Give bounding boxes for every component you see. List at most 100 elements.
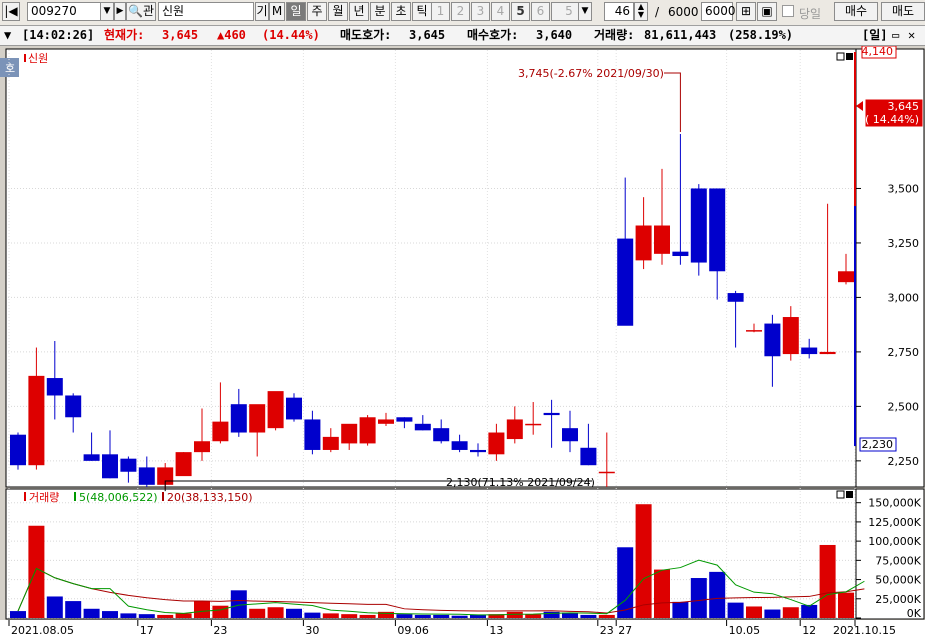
volume-bar [10, 611, 26, 618]
minute-button-1[interactable]: 1 [431, 2, 450, 21]
candle-body [396, 417, 413, 422]
candle-body [341, 423, 358, 444]
code-dropdown-icon[interactable]: ▼ [100, 2, 114, 21]
period-button-6[interactable]: 틱 [412, 2, 432, 21]
volume-bar [598, 614, 615, 618]
minute-dropdown-icon[interactable]: ▼ [578, 2, 592, 21]
candle-body [451, 441, 468, 450]
ask-value: 3,645 [409, 28, 446, 42]
volume-tick-label: 0K [907, 607, 922, 620]
candle-body [322, 436, 339, 450]
gi-button[interactable]: 기 [255, 2, 269, 21]
minute-button-2[interactable]: 2 [451, 2, 470, 21]
price-panel-restore-icon[interactable] [836, 52, 845, 61]
volume-bar [286, 608, 302, 618]
volume-bar [635, 504, 652, 618]
volume-bar [654, 569, 670, 618]
change-pct: (14.44%) [262, 28, 320, 42]
candle-body [488, 432, 505, 455]
candle-body [727, 293, 744, 302]
candle-body [304, 419, 321, 450]
close-icon[interactable]: ✕ [908, 26, 915, 45]
candle-body [709, 188, 726, 272]
price-tick-label: 3,250 [888, 237, 920, 250]
candle-body [120, 458, 137, 472]
count-stepper[interactable]: ▲ ▼ [634, 2, 648, 21]
candle-body [838, 271, 854, 283]
candle-body [28, 375, 45, 466]
minute-button-4[interactable]: 4 [491, 2, 510, 21]
sell-button[interactable]: 매도 [881, 2, 925, 21]
candle-body [617, 238, 634, 326]
time-tick-label: 13 [489, 624, 503, 637]
price-tick-label: 3,500 [888, 182, 920, 195]
buy-button[interactable]: 매수 [834, 2, 878, 21]
candle-body [506, 419, 523, 440]
stock-code-input[interactable]: 009270 [27, 2, 101, 21]
candle-body [359, 417, 376, 444]
total-input[interactable]: 6000 [701, 2, 736, 21]
volume-bar [230, 590, 247, 618]
period-button-3[interactable]: 년 [349, 2, 369, 21]
period-button-4[interactable]: 분 [370, 2, 390, 21]
change-value: ▲460 [217, 28, 246, 42]
period-button-0[interactable]: 일 [286, 2, 306, 21]
volume-bar [28, 525, 45, 618]
price-title-marker [24, 54, 26, 62]
volume-bar [120, 613, 137, 618]
save-icon[interactable]: ▣ [757, 2, 777, 21]
add-chart-icon[interactable]: ⊞ [736, 2, 756, 21]
time-tick-label: 27 [618, 624, 632, 637]
volume-bar [138, 614, 155, 618]
max-price-annotation: 3,745(-2.67% 2021/09/30) [518, 67, 664, 80]
time-tick-label: 23 [600, 624, 614, 637]
volume-bar [838, 592, 854, 618]
candle-body [433, 428, 450, 442]
minimize-icon[interactable]: ▭ [892, 26, 899, 45]
candle-body [230, 404, 247, 433]
x-axis [0, 620, 925, 637]
price-panel-close-icon[interactable] [846, 53, 853, 60]
volume-bar [83, 608, 100, 618]
toolbar: |◀ 009270 ▼ ▶ 🔍관 신원 기 M 5 ▼ 46 ▲ ▼ / 6000… [0, 0, 925, 26]
time-tick-label: 17 [140, 624, 154, 637]
collapse-icon[interactable]: ▼ [4, 26, 11, 45]
price-info-bar: ▼ [14:02:26] 현재가: 3,645 ▲460 (14.44%) 매도… [0, 26, 925, 46]
candle-body [83, 454, 100, 461]
candle-body [543, 412, 560, 416]
search-button[interactable]: 🔍관 [126, 2, 156, 21]
minute-button-5[interactable]: 5 [511, 2, 530, 21]
period-button-1[interactable]: 주 [307, 2, 327, 21]
time-tick-label: 30 [305, 624, 319, 637]
candle-body [801, 347, 818, 355]
volume-pct: (258.19%) [728, 28, 794, 42]
candle-body [819, 351, 836, 355]
volume-bar [102, 611, 118, 618]
volume-bar [690, 578, 707, 618]
bottom-value-label: 2,230 [862, 438, 894, 451]
volume-bar [819, 544, 836, 618]
slash-label: / [655, 5, 660, 19]
stock-chart: 호 신원 거래량 5(48,006,522) 20(38,133,150) 3,… [0, 46, 925, 637]
prev-stock-icon[interactable]: |◀ [2, 2, 20, 21]
volume-panel-restore-icon[interactable] [836, 490, 845, 499]
same-day-checkbox[interactable] [782, 5, 794, 17]
candle-body [746, 330, 762, 332]
count-input[interactable]: 46 [604, 2, 634, 21]
volume-panel-close-icon[interactable] [846, 491, 853, 498]
period-button-5[interactable]: 초 [391, 2, 411, 21]
candle-body [654, 225, 670, 254]
minute-button-3[interactable]: 3 [471, 2, 490, 21]
candle-body [378, 419, 394, 424]
volume-tick-label: 75,000K [875, 554, 921, 567]
m-button[interactable]: M [269, 2, 285, 21]
period-badge: [일] [862, 28, 888, 42]
minute-button-6[interactable]: 6 [531, 2, 550, 21]
next-arrow-icon[interactable]: ▶ [114, 2, 126, 21]
same-day-label: 당일 [799, 7, 822, 21]
period-button-2[interactable]: 월 [328, 2, 348, 21]
volume-title-marker [24, 492, 26, 501]
candle-body [102, 454, 118, 479]
total-label: 6000 [668, 5, 699, 19]
stock-name-field: 신원 [158, 2, 254, 21]
